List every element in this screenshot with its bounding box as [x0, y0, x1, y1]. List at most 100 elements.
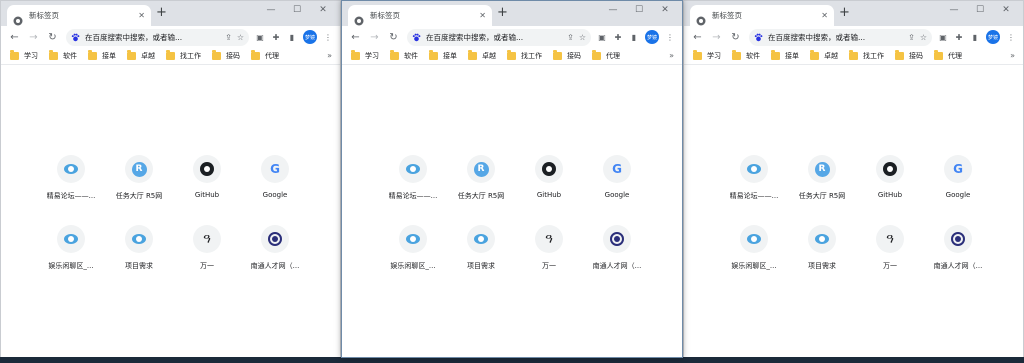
shortcut-tile[interactable]: 南通人才网（... [924, 225, 992, 295]
bookmark-folder[interactable]: 软件 [49, 50, 77, 61]
shortcut-tile[interactable]: 项目需求 [447, 225, 515, 295]
maximize-button[interactable]: ☐ [967, 5, 993, 15]
shortcut-tile[interactable]: ዓ 万一 [173, 225, 241, 295]
shortcut-tile[interactable]: G Google [241, 155, 309, 225]
share-icon[interactable]: ⇪ [225, 33, 232, 42]
side-panel-icon[interactable]: ▮ [967, 33, 983, 42]
tab-close-icon[interactable]: ✕ [138, 11, 145, 20]
back-button[interactable]: ← [688, 32, 707, 43]
more-icon[interactable]: ⋮ [320, 33, 336, 42]
extensions-icon[interactable]: ✚ [951, 33, 967, 42]
tab-search-icon[interactable]: ▣ [935, 33, 951, 42]
shortcut-tile[interactable]: 精易论坛——... [720, 155, 788, 225]
tab-new-tab[interactable]: 新标签页 ✕ [690, 5, 834, 26]
shortcut-tile[interactable]: GitHub [173, 155, 241, 225]
profile-avatar[interactable]: 梦镜 [303, 30, 317, 44]
side-panel-icon[interactable]: ▮ [284, 33, 300, 42]
new-tab-button[interactable]: + [839, 6, 850, 20]
extensions-icon[interactable]: ✚ [610, 33, 626, 42]
close-window-button[interactable]: ✕ [310, 5, 336, 15]
minimize-button[interactable]: — [941, 5, 967, 15]
shortcut-tile[interactable]: 项目需求 [788, 225, 856, 295]
more-icon[interactable]: ⋮ [662, 33, 678, 42]
bookmarks-overflow-button[interactable]: » [327, 51, 332, 60]
bookmark-folder[interactable]: 接码 [553, 50, 581, 61]
shortcut-tile[interactable]: 娱乐闲聊区_... [379, 225, 447, 295]
reload-button[interactable]: ↻ [384, 32, 403, 43]
tab-close-icon[interactable]: ✕ [479, 11, 486, 20]
shortcut-tile[interactable]: R 任务大厅 R5网 [447, 155, 515, 225]
bookmark-folder[interactable]: 卓越 [127, 50, 155, 61]
forward-button[interactable]: → [707, 32, 726, 43]
tab-search-icon[interactable]: ▣ [594, 33, 610, 42]
bookmark-folder[interactable]: 学习 [351, 50, 379, 61]
tab-close-icon[interactable]: ✕ [821, 11, 828, 20]
bookmark-folder[interactable]: 找工作 [166, 50, 201, 61]
bookmark-folder[interactable]: 卓越 [468, 50, 496, 61]
shortcut-tile[interactable]: 南通人才网（... [583, 225, 651, 295]
shortcut-tile[interactable]: R 任务大厅 R5网 [788, 155, 856, 225]
bookmark-folder[interactable]: 代理 [251, 50, 279, 61]
side-panel-icon[interactable]: ▮ [626, 33, 642, 42]
minimize-button[interactable]: — [258, 5, 284, 15]
new-tab-button[interactable]: + [156, 6, 167, 20]
shortcut-tile[interactable]: 娱乐闲聊区_... [37, 225, 105, 295]
shortcut-tile[interactable]: ዓ 万一 [856, 225, 924, 295]
maximize-button[interactable]: ☐ [626, 5, 652, 15]
forward-button[interactable]: → [365, 32, 384, 43]
bookmark-folder[interactable]: 代理 [934, 50, 962, 61]
shortcut-tile[interactable]: G Google [924, 155, 992, 225]
reload-button[interactable]: ↻ [43, 32, 62, 43]
shortcut-tile[interactable]: ዓ 万一 [515, 225, 583, 295]
bookmark-folder[interactable]: 接单 [429, 50, 457, 61]
bookmark-folder[interactable]: 接码 [212, 50, 240, 61]
shortcut-tile[interactable]: 项目需求 [105, 225, 173, 295]
extensions-icon[interactable]: ✚ [268, 33, 284, 42]
share-icon[interactable]: ⇪ [567, 33, 574, 42]
share-icon[interactable]: ⇪ [908, 33, 915, 42]
bookmarks-overflow-button[interactable]: » [1010, 51, 1015, 60]
close-window-button[interactable]: ✕ [993, 5, 1019, 15]
bookmark-folder[interactable]: 找工作 [507, 50, 542, 61]
shortcut-tile[interactable]: R 任务大厅 R5网 [105, 155, 173, 225]
shortcut-tile[interactable]: 娱乐闲聊区_... [720, 225, 788, 295]
bookmark-folder[interactable]: 卓越 [810, 50, 838, 61]
more-icon[interactable]: ⋮ [1003, 33, 1019, 42]
shortcut-tile[interactable]: GitHub [515, 155, 583, 225]
maximize-button[interactable]: ☐ [284, 5, 310, 15]
shortcut-tile[interactable]: GitHub [856, 155, 924, 225]
bookmark-folder[interactable]: 接单 [771, 50, 799, 61]
back-button[interactable]: ← [346, 32, 365, 43]
shortcut-tile[interactable]: G Google [583, 155, 651, 225]
profile-avatar[interactable]: 梦镜 [986, 30, 1000, 44]
minimize-button[interactable]: — [600, 5, 626, 15]
profile-avatar[interactable]: 梦镜 [645, 30, 659, 44]
shortcut-tile[interactable]: 精易论坛——... [37, 155, 105, 225]
shortcut-tile[interactable]: 精易论坛——... [379, 155, 447, 225]
star-icon[interactable]: ☆ [237, 33, 244, 42]
star-icon[interactable]: ☆ [920, 33, 927, 42]
bookmarks-bar: 学习 软件 接单 卓越 找工作 接码 代理 » [342, 48, 682, 65]
back-button[interactable]: ← [5, 32, 24, 43]
reload-button[interactable]: ↻ [726, 32, 745, 43]
tab-new-tab[interactable]: 新标签页 ✕ [348, 5, 492, 26]
address-bar[interactable]: 在百度搜索中搜索，或者输... ⇪ ☆ [66, 28, 249, 46]
bookmark-folder[interactable]: 代理 [592, 50, 620, 61]
new-tab-button[interactable]: + [497, 6, 508, 20]
bookmarks-overflow-button[interactable]: » [669, 51, 674, 60]
shortcut-tile[interactable]: 南通人才网（... [241, 225, 309, 295]
address-bar[interactable]: 在百度搜索中搜索，或者输... ⇪ ☆ [407, 28, 591, 46]
bookmark-folder[interactable]: 学习 [10, 50, 38, 61]
tab-new-tab[interactable]: 新标签页 ✕ [7, 5, 151, 26]
forward-button[interactable]: → [24, 32, 43, 43]
bookmark-folder[interactable]: 软件 [390, 50, 418, 61]
address-bar[interactable]: 在百度搜索中搜索，或者输... ⇪ ☆ [749, 28, 932, 46]
tab-search-icon[interactable]: ▣ [252, 33, 268, 42]
close-window-button[interactable]: ✕ [652, 5, 678, 15]
bookmark-folder[interactable]: 软件 [732, 50, 760, 61]
bookmark-folder[interactable]: 接码 [895, 50, 923, 61]
star-icon[interactable]: ☆ [579, 33, 586, 42]
bookmark-folder[interactable]: 找工作 [849, 50, 884, 61]
bookmark-folder[interactable]: 接单 [88, 50, 116, 61]
bookmark-folder[interactable]: 学习 [693, 50, 721, 61]
